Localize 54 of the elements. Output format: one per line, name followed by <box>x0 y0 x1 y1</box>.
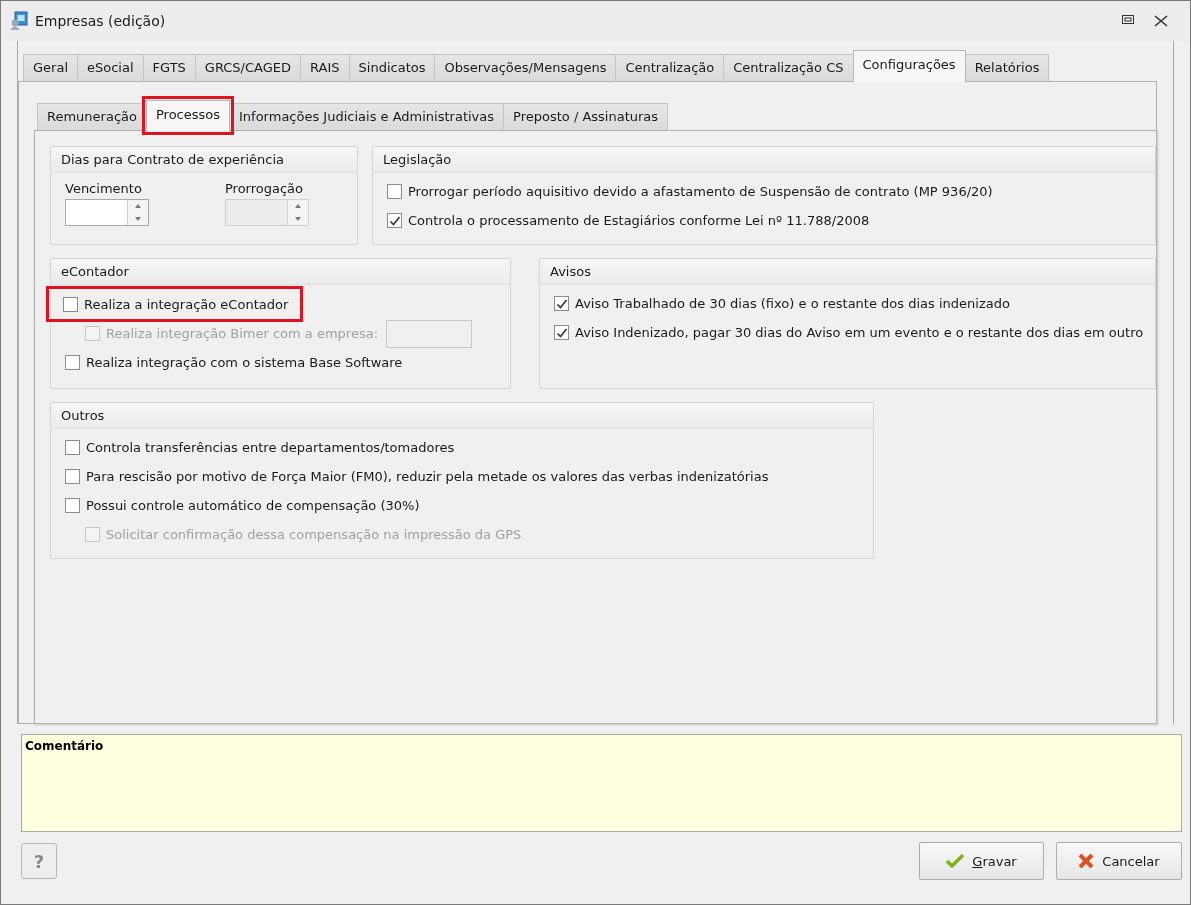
tab[interactable]: Preposto / Assinaturas <box>503 103 669 130</box>
checkbox[interactable] <box>554 325 569 340</box>
checkmark-icon <box>946 854 965 868</box>
checkbox-label: Para rescisão por motivo de Força Maior (FM0), reduzir pela metade os valores das verbas indenizatórias <box>86 469 769 484</box>
checkbox-label: Controla o processamento de Estagiários conforme Lei nº 11.788/2008 <box>408 213 870 228</box>
checkbox-label: Solicitar confirmação dessa compensação na impressão da GPS <box>106 527 522 542</box>
tab[interactable]: Configurações <box>852 50 966 82</box>
tab[interactable]: Informações Judiciais e Administrativas <box>229 103 505 130</box>
tab[interactable]: Geral <box>23 54 78 81</box>
action-button[interactable]: Gravar <box>919 842 1044 880</box>
group-title: Dias para Contrato de experiência <box>51 147 357 173</box>
field-label: Vencimento <box>65 181 143 196</box>
group-title: Legislação <box>373 147 1155 173</box>
number-spinner[interactable] <box>65 199 149 226</box>
action-button[interactable]: Cancelar <box>1056 842 1182 880</box>
checkbox[interactable] <box>65 469 80 484</box>
checkbox-label: Aviso Indenizado, pagar 30 dias do Aviso em um evento e o restante dos dias em outro <box>575 325 1144 340</box>
up-arrow-icon[interactable] <box>135 204 141 209</box>
checkbox-label: Realiza integração Bimer com a empresa: <box>106 326 379 341</box>
checkbox[interactable] <box>387 213 402 228</box>
tab[interactable]: Remuneração <box>37 103 147 130</box>
comment-field[interactable]: Comentário <box>21 734 1182 832</box>
group-title: Outros <box>51 403 873 429</box>
tab[interactable]: FGTS <box>142 54 196 81</box>
window-title: Empresas (edição) <box>35 13 167 29</box>
checkbox-label: Controla transferências entre departamentos/tomadores <box>86 440 455 455</box>
app-icon <box>9 11 29 31</box>
checkbox[interactable] <box>65 355 80 370</box>
restore-icon[interactable] <box>1122 15 1134 24</box>
tab[interactable]: eSocial <box>77 54 144 81</box>
tab[interactable]: GRCS/CAGED <box>194 54 302 81</box>
close-icon[interactable] <box>1154 15 1168 27</box>
checkbox-label: Aviso Trabalhado de 30 dias (fixo) e o restante dos dias indenizado <box>575 296 1010 311</box>
checkbox[interactable] <box>65 440 80 455</box>
checkbox-label: Possui controle automático de compensação (30%) <box>86 498 420 513</box>
checkbox-label: Realiza integração com o sistema Base Software <box>86 355 403 370</box>
tab[interactable]: RAIS <box>300 54 350 81</box>
checkbox[interactable] <box>65 498 80 513</box>
tab[interactable]: Sindicatos <box>348 54 436 81</box>
tab[interactable]: Centralização CS <box>723 54 854 81</box>
tab[interactable]: Relatórios <box>964 54 1050 81</box>
checkbox[interactable] <box>554 296 569 311</box>
group-title: Avisos <box>540 259 1155 285</box>
tab[interactable]: Centralização <box>615 54 725 81</box>
checkbox-label: Prorrogar período aquisitivo devido a afastamento de Suspensão de contrato (MP 936/20) <box>408 184 993 199</box>
checkbox-label: Realiza a integração eContador <box>84 296 289 312</box>
checkbox[interactable] <box>387 184 402 199</box>
tab[interactable]: Observações/Mensagens <box>434 54 617 81</box>
group-title: eContador <box>51 259 510 285</box>
cross-icon <box>1078 853 1095 869</box>
down-arrow-icon[interactable] <box>135 216 141 221</box>
field-label: Prorrogação <box>225 181 305 196</box>
checkbox[interactable] <box>63 296 78 312</box>
comment-label: Comentário <box>25 739 105 753</box>
